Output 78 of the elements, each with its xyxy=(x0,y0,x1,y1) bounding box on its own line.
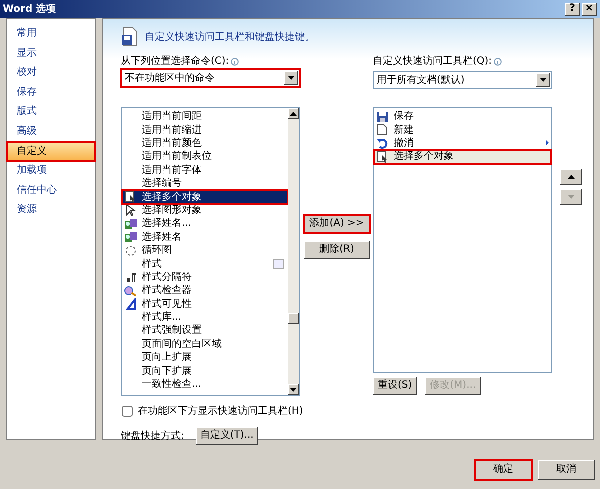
list-item[interactable]: 适用当前颜色 xyxy=(122,136,288,150)
list-item[interactable]: 选择姓名... xyxy=(122,217,288,231)
down-arrow-icon xyxy=(290,388,297,392)
target-dropdown[interactable]: 用于所有文档(默认) xyxy=(373,71,552,89)
list-item[interactable]: 适用当前字体 xyxy=(122,164,288,177)
list-item[interactable]: 样式强制设置 xyxy=(122,324,288,338)
info-icon xyxy=(231,58,240,66)
page-icon xyxy=(376,124,390,136)
list-item[interactable]: 样式库... xyxy=(122,310,288,324)
save-icon xyxy=(376,110,390,123)
sidebar-item[interactable]: 保存 xyxy=(7,82,95,102)
command-source-dropdown[interactable]: 不在功能区中的命令 xyxy=(121,69,300,87)
dialog-button[interactable]: 取消 xyxy=(538,460,595,480)
sidebar-item[interactable]: 常用 xyxy=(7,24,95,44)
window-title: Word 选项 xyxy=(3,2,56,16)
pilcrow-icon xyxy=(124,271,138,284)
cycle-icon xyxy=(124,244,138,257)
reset-button[interactable]: 重设(S) xyxy=(373,377,418,395)
up-arrow-icon xyxy=(290,112,297,116)
list-item[interactable]: 选择多个对象 xyxy=(122,190,288,204)
multi-select-icon xyxy=(376,150,390,163)
caret-icon xyxy=(540,78,546,82)
contacts-icon xyxy=(124,218,138,230)
sidebar-item[interactable]: 显示 xyxy=(7,44,95,64)
undo-icon xyxy=(376,137,390,150)
section-title: 自定义快速访问工具栏和键盘快捷键。 xyxy=(145,30,315,44)
down-arrow-icon xyxy=(568,195,574,199)
list-item[interactable]: 样式检查器 xyxy=(122,284,288,298)
checkbox[interactable] xyxy=(122,406,133,416)
up-arrow-icon xyxy=(568,175,574,179)
list-item[interactable]: 样式可见性 xyxy=(122,297,288,311)
list-item[interactable]: 选择姓名 xyxy=(122,230,288,244)
scroll-thumb[interactable] xyxy=(288,313,299,324)
sidebar-item[interactable]: 自定义 xyxy=(7,142,95,162)
list-item[interactable]: 选择编号 xyxy=(122,176,288,190)
list-item[interactable]: 选择图形对象 xyxy=(122,204,288,218)
list-item[interactable]: 适用当前缩进 xyxy=(122,123,288,137)
sidebar-item[interactable]: 资源 xyxy=(7,200,95,220)
list-item[interactable]: 一致性检查... xyxy=(122,378,288,392)
add-button[interactable]: 添加(A) >> xyxy=(304,215,370,233)
shortcut-label: 键盘快捷方式: xyxy=(121,430,184,444)
dialog-button[interactable]: 确定 xyxy=(475,460,532,480)
info-icon xyxy=(494,58,502,66)
contacts-icon xyxy=(124,231,138,244)
multi-select-icon xyxy=(124,191,138,204)
list-item[interactable]: 循环图 xyxy=(122,244,288,258)
list-item[interactable]: 适用当前制表位 xyxy=(122,150,288,164)
sidebar-item[interactable]: 信任中心 xyxy=(7,180,95,200)
scroll-up-button[interactable] xyxy=(288,108,299,119)
caret-icon xyxy=(288,76,294,80)
sidebar-item[interactable]: 高级 xyxy=(7,122,95,142)
list-item[interactable]: 页向下扩展 xyxy=(122,364,288,378)
sidebar-item[interactable]: 加载项 xyxy=(7,161,95,181)
list-item[interactable]: 新建 xyxy=(374,123,551,137)
list-item[interactable]: 页向上扩展 xyxy=(122,351,288,364)
checkbox-label: 在功能区下方显示快速访问工具栏(H) xyxy=(138,404,304,418)
customize-button[interactable]: 自定义(T)... xyxy=(196,427,258,445)
submenu-arrow-icon xyxy=(546,140,549,146)
style-dropdown-icon xyxy=(273,258,284,269)
field-label: 从下列位置选择命令(C): xyxy=(121,55,230,69)
title-bar-button[interactable]: ? xyxy=(565,2,580,16)
title-bar-button[interactable]: × xyxy=(582,2,597,16)
sidebar-item[interactable]: 校对 xyxy=(7,63,95,83)
toolbar-document-icon xyxy=(121,27,139,47)
sidebar-item[interactable]: 版式 xyxy=(7,102,95,122)
list-item[interactable]: 选择多个对象 xyxy=(374,150,551,164)
list-item[interactable]: 保存 xyxy=(374,110,551,124)
scroll-down-button[interactable] xyxy=(288,384,299,395)
remove-button[interactable]: 删除(R) xyxy=(304,241,370,259)
list-item[interactable]: 页面间的空白区域 xyxy=(122,338,288,352)
inspector-icon xyxy=(124,284,138,297)
pointer-icon xyxy=(124,204,138,216)
field-label: 自定义快速访问工具栏(Q): xyxy=(373,55,492,69)
triangle-icon xyxy=(124,298,138,310)
list-item[interactable]: 样式 xyxy=(122,257,288,271)
list-item[interactable]: 适用当前间距 xyxy=(122,110,288,124)
move-up-button[interactable] xyxy=(560,169,582,185)
list-item[interactable]: 样式分隔符 xyxy=(122,270,288,284)
